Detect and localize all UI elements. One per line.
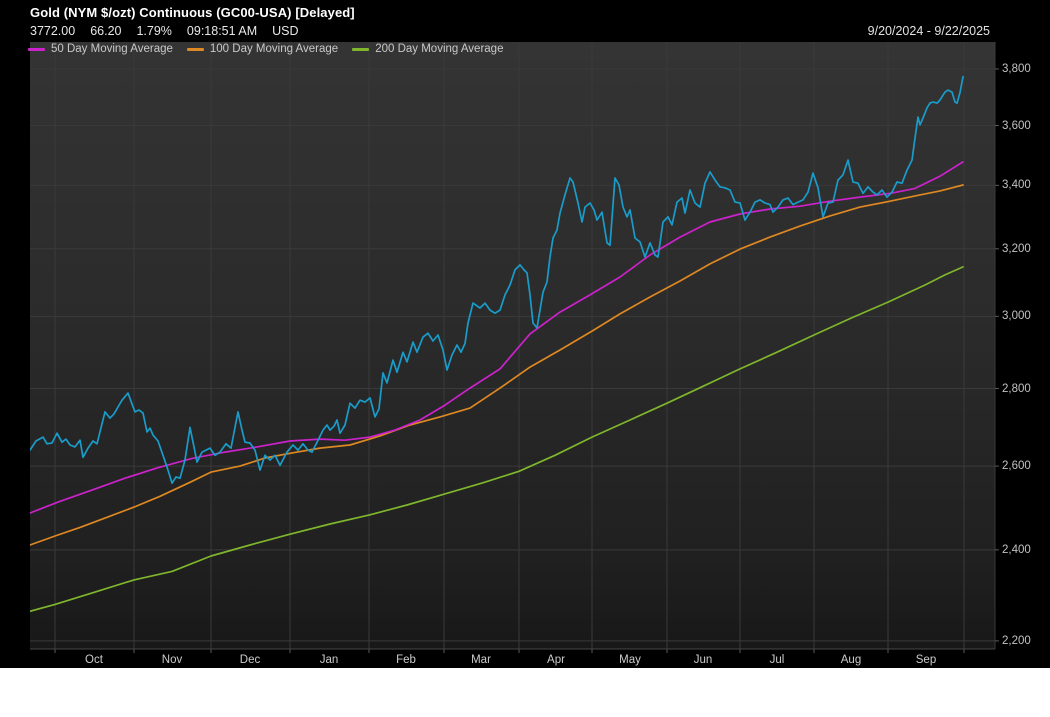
y-axis-label: 3,000 xyxy=(1002,310,1031,322)
legend-item-50dma[interactable]: 50 Day Moving Average xyxy=(28,43,173,55)
x-axis-label: Sep xyxy=(916,654,936,666)
y-axis-label: 2,400 xyxy=(1002,544,1031,556)
x-axis-label: Nov xyxy=(162,654,182,666)
x-axis-label: Aug xyxy=(841,654,861,666)
x-axis-label: May xyxy=(619,654,641,666)
x-axis-label: Jun xyxy=(694,654,713,666)
x-axis-label: Oct xyxy=(85,654,103,666)
legend-item-200dma[interactable]: 200 Day Moving Average xyxy=(352,43,503,55)
ma100-swatch-icon xyxy=(187,48,204,51)
x-axis-label: Mar xyxy=(471,654,491,666)
y-axis-label: 3,400 xyxy=(1002,179,1031,191)
x-axis-label: Apr xyxy=(547,654,565,666)
legend-item-100dma[interactable]: 100 Day Moving Average xyxy=(187,43,338,55)
y-axis-label: 3,200 xyxy=(1002,243,1031,255)
legend: 50 Day Moving Average 100 Day Moving Ave… xyxy=(28,43,503,55)
y-axis-label: 2,600 xyxy=(1002,460,1031,472)
ma50-legend-label: 50 Day Moving Average xyxy=(51,43,173,55)
ma100-legend-label: 100 Day Moving Average xyxy=(210,43,338,55)
y-axis-label: 2,800 xyxy=(1002,383,1031,395)
ma200-swatch-icon xyxy=(352,48,369,51)
y-axis-label: 2,200 xyxy=(1002,635,1031,647)
x-axis-label: Feb xyxy=(396,654,416,666)
ma200-legend-label: 200 Day Moving Average xyxy=(375,43,503,55)
y-axis-label: 3,600 xyxy=(1002,120,1031,132)
y-axis-label: 3,800 xyxy=(1002,63,1031,75)
ma50-swatch-icon xyxy=(28,48,45,51)
x-axis-label: Jul xyxy=(770,654,785,666)
price-chart-plot-area[interactable] xyxy=(0,0,1050,668)
x-axis-label: Jan xyxy=(320,654,339,666)
x-axis-label: Dec xyxy=(240,654,260,666)
chart-panel: Gold (NYM $/ozt) Continuous (GC00-USA) [… xyxy=(0,0,1050,668)
gold-chart-widget: Gold (NYM $/ozt) Continuous (GC00-USA) [… xyxy=(0,0,1050,717)
